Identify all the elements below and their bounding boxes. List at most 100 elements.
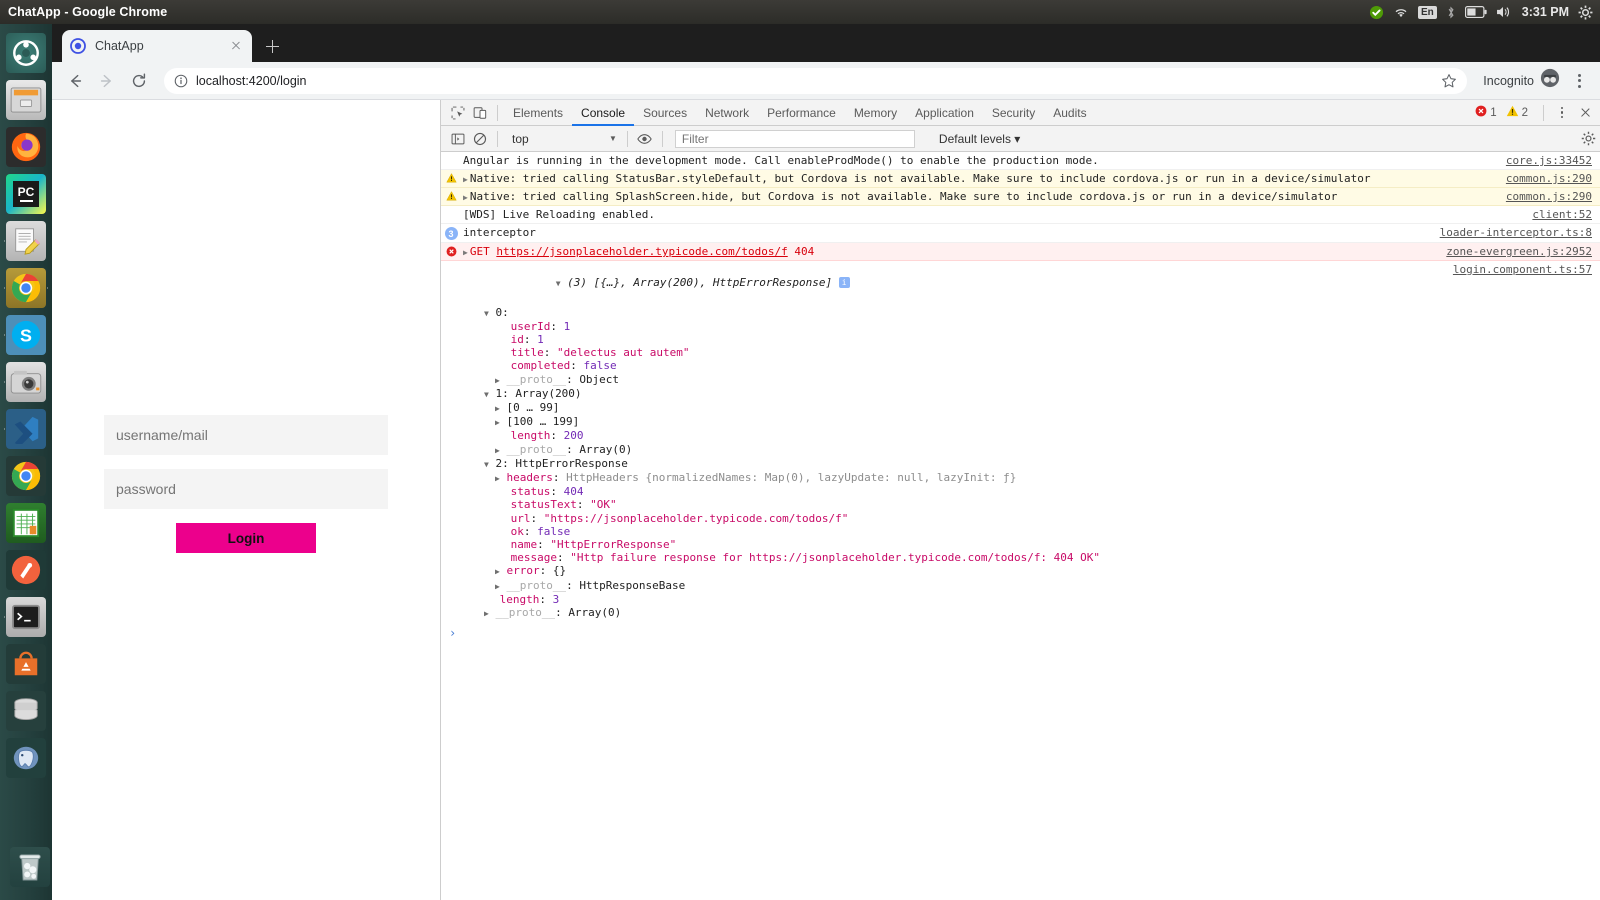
collapse-arrow-icon[interactable]: ▼: [484, 460, 489, 469]
launcher-item-terminal[interactable]: [4, 595, 48, 639]
launcher-item-android-studio[interactable]: [4, 642, 48, 686]
new-tab-button[interactable]: [258, 32, 286, 60]
launcher-item-postman[interactable]: [4, 548, 48, 592]
devtools-tab-security[interactable]: Security: [983, 100, 1044, 126]
devtools-tab-performance[interactable]: Performance: [758, 100, 845, 126]
address-bar[interactable]: localhost:4200/login: [164, 68, 1467, 94]
expand-arrow-icon[interactable]: ▶: [495, 418, 500, 427]
object-tree-row[interactable]: ▶ __proto__: Array(0): [463, 606, 1453, 620]
object-tree-row[interactable]: completed: false: [463, 359, 1453, 372]
object-tree-row[interactable]: length: 200: [463, 429, 1453, 442]
info-badge-icon[interactable]: i: [839, 277, 850, 288]
password-input[interactable]: [104, 469, 388, 509]
console-message-log[interactable]: [WDS] Live Reloading enabled. client:52: [441, 206, 1600, 224]
object-tree-row[interactable]: ▶ [100 … 199]: [463, 415, 1453, 429]
object-tree[interactable]: ▼ 0: userId: 1 id: 1 title: "delectus au…: [463, 304, 1453, 621]
info-circle-icon[interactable]: [174, 74, 188, 88]
object-tree-row[interactable]: ▶ headers: HttpHeaders {normalizedNames:…: [463, 471, 1453, 485]
collapse-arrow-icon[interactable]: ▼: [484, 390, 489, 399]
devtools-tab-console[interactable]: Console: [572, 100, 634, 126]
devtools-settings-gear-icon[interactable]: [1576, 127, 1600, 151]
console-filter-input[interactable]: [675, 130, 915, 148]
object-tree-row[interactable]: ▼ 2: HttpErrorResponse: [463, 457, 1453, 471]
back-button[interactable]: [62, 68, 88, 94]
object-tree-row[interactable]: userId: 1: [463, 320, 1453, 333]
launcher-item-postgresql[interactable]: [4, 736, 48, 780]
devtools-issue-counts[interactable]: 1 2: [1475, 102, 1600, 124]
collapse-arrow-icon[interactable]: ▼: [556, 279, 561, 288]
devtools-close-icon[interactable]: [1574, 102, 1596, 124]
object-tree-row[interactable]: ok: false: [463, 525, 1453, 538]
object-tree-row[interactable]: length: 3: [463, 593, 1453, 606]
console-message-warning[interactable]: ▶Native: tried calling SplashScreen.hide…: [441, 188, 1600, 206]
console-message-source[interactable]: zone-evergreen.js:2952: [1446, 245, 1600, 258]
console-message-warning[interactable]: ▶Native: tried calling StatusBar.styleDe…: [441, 170, 1600, 188]
execution-context-selector[interactable]: top: [504, 132, 609, 146]
launcher-item-vscode[interactable]: [4, 407, 48, 451]
launcher-item-ubuntu-dash[interactable]: [4, 31, 48, 75]
volume-icon[interactable]: [1496, 5, 1513, 19]
devtools-tab-application[interactable]: Application: [906, 100, 983, 126]
expand-arrow-icon[interactable]: ▶: [495, 567, 500, 576]
launcher-item-chrome[interactable]: [4, 266, 48, 310]
object-tree-row[interactable]: title: "delectus aut autem": [463, 346, 1453, 359]
expand-arrow-icon[interactable]: ▶: [495, 404, 500, 413]
launcher-item-skype[interactable]: S: [4, 313, 48, 357]
devtools-tab-audits[interactable]: Audits: [1044, 100, 1095, 126]
devtools-tab-elements[interactable]: Elements: [504, 100, 572, 126]
object-header[interactable]: ▼ (3) [{…}, Array(200), HttpErrorRespons…: [463, 263, 1453, 304]
console-message-error[interactable]: ▶GET https://jsonplaceholder.typicode.co…: [441, 243, 1600, 261]
clear-console-icon[interactable]: [469, 128, 491, 150]
launcher-item-chromium[interactable]: [4, 454, 48, 498]
expand-arrow-icon[interactable]: ▶: [463, 193, 468, 202]
devtools-more-options-icon[interactable]: [1553, 107, 1571, 119]
username-input[interactable]: [104, 415, 388, 455]
tab-close-icon[interactable]: [228, 38, 244, 54]
login-button[interactable]: Login: [176, 523, 316, 553]
console-message-object[interactable]: ▼ (3) [{…}, Array(200), HttpErrorRespons…: [441, 261, 1600, 622]
launcher-item-firefox[interactable]: [4, 125, 48, 169]
shield-check-icon[interactable]: [1369, 5, 1384, 20]
system-settings-icon[interactable]: [1578, 5, 1593, 20]
collapse-arrow-icon[interactable]: ▼: [484, 309, 489, 318]
console-messages[interactable]: Angular is running in the development mo…: [441, 152, 1600, 900]
expand-arrow-icon[interactable]: ▶: [463, 248, 468, 257]
object-tree-row[interactable]: name: "HttpErrorResponse": [463, 538, 1453, 551]
launcher-item-files[interactable]: [4, 78, 48, 122]
reload-button[interactable]: [126, 68, 152, 94]
object-tree-row[interactable]: ▶ __proto__: Object: [463, 373, 1453, 387]
object-tree-row[interactable]: message: "Http failure response for http…: [463, 551, 1453, 564]
launcher-item-pycharm[interactable]: PC: [4, 172, 48, 216]
expand-arrow-icon[interactable]: ▶: [495, 446, 500, 455]
console-message-source[interactable]: common.js:290: [1506, 172, 1600, 185]
launcher-item-mysql-workbench[interactable]: [4, 689, 48, 733]
chrome-menu-button[interactable]: [1568, 70, 1590, 92]
wifi-icon[interactable]: [1393, 6, 1409, 19]
launcher-item-cheese-webcam[interactable]: [4, 360, 48, 404]
launcher-item-libreoffice-calc[interactable]: [4, 501, 48, 545]
launcher-item-text-editor[interactable]: [4, 219, 48, 263]
incognito-indicator[interactable]: Incognito: [1483, 68, 1560, 93]
clock[interactable]: 3:31 PM: [1522, 5, 1569, 19]
console-message-source[interactable]: loader-interceptor.ts:8: [1440, 226, 1600, 239]
console-prompt[interactable]: ›: [441, 622, 1600, 640]
bookmark-star-icon[interactable]: [1441, 73, 1457, 89]
devtools-tab-sources[interactable]: Sources: [634, 100, 696, 126]
console-message-log-repeated[interactable]: 3 interceptor loader-interceptor.ts:8: [441, 224, 1600, 243]
devtools-tab-memory[interactable]: Memory: [845, 100, 906, 126]
expand-arrow-icon[interactable]: ▶: [495, 582, 500, 591]
launcher-item-trash[interactable]: [8, 845, 52, 889]
live-expression-eye-icon[interactable]: [634, 128, 656, 150]
object-tree-row[interactable]: ▼ 0:: [463, 306, 1453, 320]
browser-tab-chatapp[interactable]: ChatApp: [62, 30, 252, 62]
battery-icon[interactable]: [1465, 6, 1487, 18]
object-tree-row[interactable]: statusText: "OK": [463, 498, 1453, 511]
object-tree-row[interactable]: id: 1: [463, 333, 1453, 346]
devtools-tab-network[interactable]: Network: [696, 100, 758, 126]
chevron-down-icon[interactable]: ▼: [609, 134, 617, 143]
forward-button[interactable]: [94, 68, 120, 94]
console-message-source[interactable]: common.js:290: [1506, 190, 1600, 203]
console-message-source[interactable]: login.component.ts:57: [1453, 263, 1600, 276]
object-tree-row[interactable]: ▶ [0 … 99]: [463, 401, 1453, 415]
bluetooth-icon[interactable]: [1446, 5, 1456, 20]
